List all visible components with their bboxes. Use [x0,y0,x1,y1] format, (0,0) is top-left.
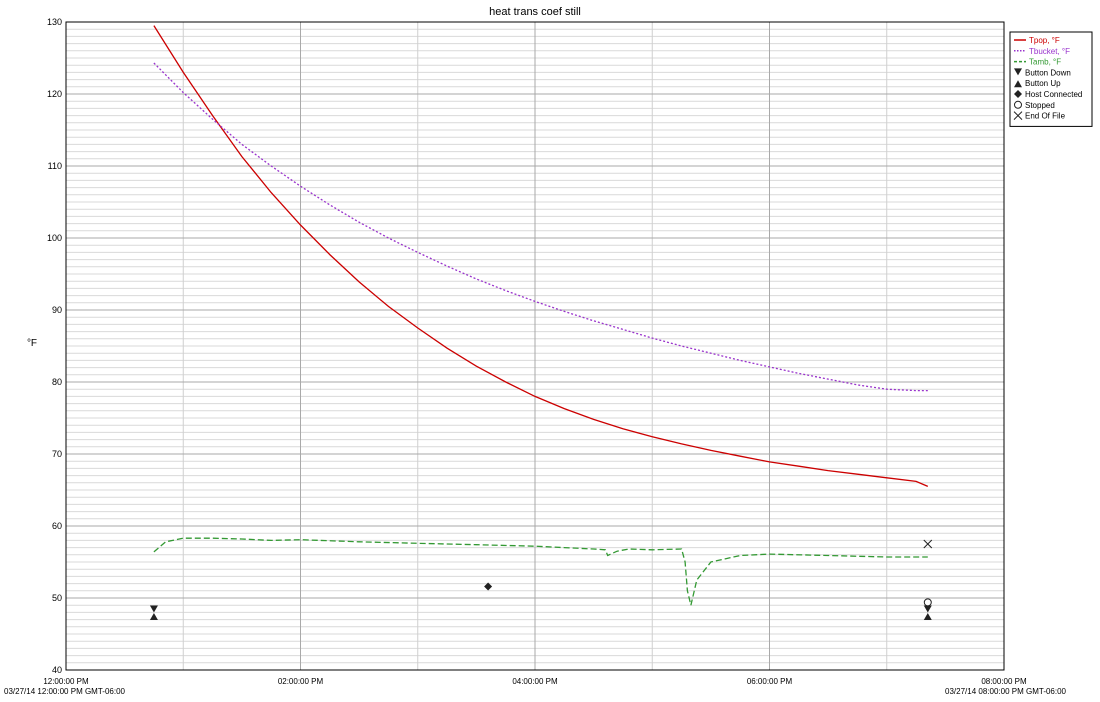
marker-stopped [923,598,932,607]
x-tick-label: 04:00:00 PM [512,677,558,686]
y-tick-label: 50 [52,593,62,603]
x-tick-label: 06:00:00 PM [747,677,793,686]
legend-label: Tamb, °F [1029,58,1061,67]
y-tick-label: 60 [52,521,62,531]
legend: Tpop, °F Tbucket, °F Tamb, °FButton Down Bu… [1009,31,1093,127]
x-tick-sublabel: 03/27/14 12:00:00 PM GMT-06:00 [4,687,126,696]
legend-label: Tbucket, °F [1029,47,1070,56]
legend-label: Stopped [1025,101,1055,110]
y-tick-label: 120 [47,89,62,99]
x-tick-label: 02:00:00 PM [278,677,324,686]
legend-label: End Of File [1025,112,1066,121]
x-tick-sublabel: 03/27/14 08:00:00 PM GMT-06:00 [945,687,1067,696]
legend-label: Button Down [1025,68,1071,77]
legend-label: Host Connected [1025,90,1082,99]
y-tick-label: 80 [52,377,62,387]
chart: 405060708090100110120130 12:00:00 PM03/2… [0,0,1100,702]
y-tick-label: 100 [47,233,62,243]
y-tick-label: 90 [52,305,62,315]
y-axis-label: °F [27,338,37,349]
legend-label: Tpop, °F [1029,36,1060,45]
y-tick-label: 130 [47,17,62,27]
y-tick-label: 110 [48,161,62,171]
y-tick-label: 70 [52,449,62,459]
legend-symbol [1014,100,1022,109]
chart-background [0,0,1100,702]
chart-title: heat trans coef still [489,6,581,18]
x-tick-label: 08:00:00 PM [981,677,1027,686]
y-tick-label: 40 [52,665,62,675]
x-tick-label: 12:00:00 PM [43,677,89,686]
legend-label: Button Up [1025,79,1061,88]
